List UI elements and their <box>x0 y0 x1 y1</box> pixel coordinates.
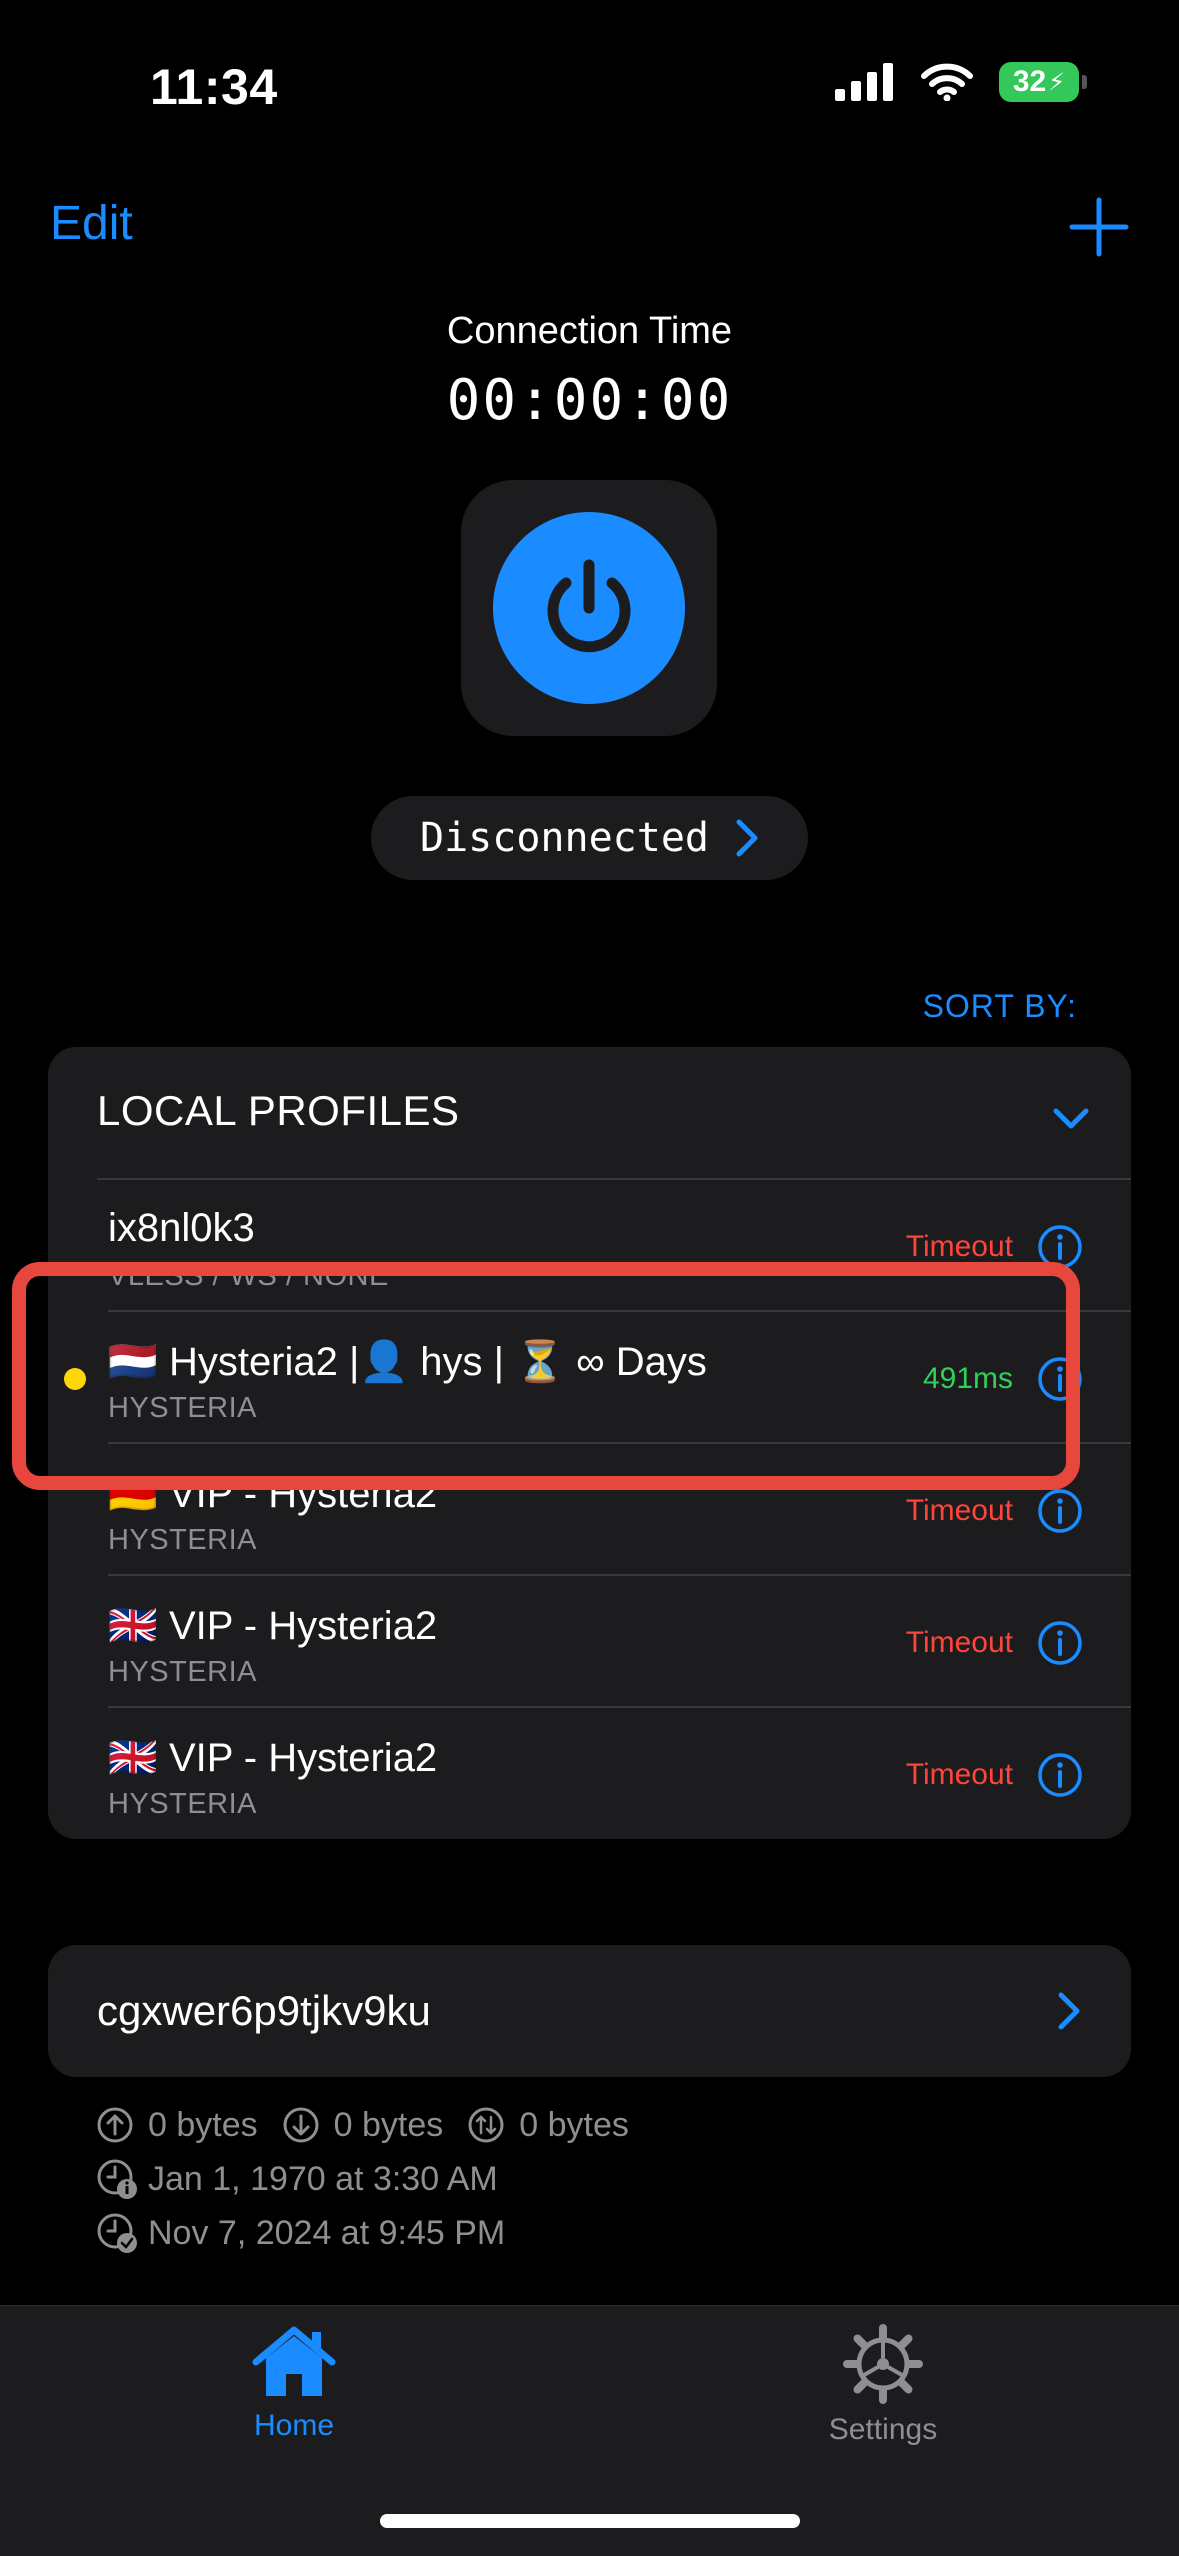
home-indicator <box>380 2514 800 2528</box>
highlight-annotation-box <box>12 1262 1080 1490</box>
profile-title: ix8nl0k3 <box>108 1206 255 1251</box>
arrows-up-down-icon <box>468 2107 504 2143</box>
connection-status: Disconnected <box>420 815 709 861</box>
chevron-right-icon <box>736 819 758 857</box>
clock-check-icon <box>97 2213 137 2253</box>
wifi-icon <box>921 63 973 101</box>
power-button[interactable] <box>493 512 685 704</box>
profile-name: VIP - Hysteria2 <box>168 1604 438 1648</box>
profile-name: VIP - Hysteria2 <box>168 1736 438 1780</box>
clock-info-icon <box>97 2159 137 2199</box>
signal-icon <box>835 63 893 101</box>
tab-home[interactable]: Home <box>194 2324 394 2443</box>
plus-icon[interactable] <box>1064 192 1134 262</box>
row-divider <box>108 1574 1131 1576</box>
tab-settings[interactable]: Settings <box>783 2324 983 2447</box>
traffic-stats: 0 bytes 0 bytes 0 bytes <box>96 2098 643 2152</box>
connection-time-label: Connection Time <box>446 310 733 352</box>
arrow-up-icon <box>97 2107 133 2143</box>
profile-flag: 🇬🇧 <box>108 1736 158 1780</box>
status-time: 11:34 <box>150 59 278 115</box>
download-stat: 0 bytes <box>282 2105 444 2145</box>
sort-by-button[interactable]: SORT BY: <box>923 988 1077 1025</box>
profile-latency: Timeout <box>905 1494 1013 1527</box>
tab-home-label: Home <box>253 2409 335 2442</box>
profile-protocol: HYSTERIA <box>108 1656 258 1688</box>
updated-date: Nov 7, 2024 at 9:45 PM <box>148 2213 506 2252</box>
total-stat: 0 bytes <box>467 2106 629 2145</box>
subscription-card[interactable]: cgxwer6p9tjkv9ku <box>48 1945 1131 2077</box>
download-value: 0 bytes <box>333 2105 444 2144</box>
row-divider <box>108 1706 1131 1708</box>
info-icon[interactable] <box>1037 1620 1083 1666</box>
row-divider <box>97 1178 1131 1180</box>
updated-date-line: Nov 7, 2024 at 9:45 PM <box>96 2206 643 2260</box>
power-tile[interactable] <box>461 480 717 736</box>
info-icon[interactable] <box>1037 1488 1083 1534</box>
profile-protocol: HYSTERIA <box>108 1524 258 1556</box>
power-icon <box>547 559 631 653</box>
profile-flag: 🇬🇧 <box>108 1604 158 1648</box>
upload-stat: 0 bytes <box>96 2106 258 2145</box>
connection-timer: 00:00:00 <box>446 368 733 433</box>
subscription-stats: 0 bytes 0 bytes 0 bytes Jan 1, 1970 at 3… <box>96 2098 643 2260</box>
profile-name: ix8nl0k3 <box>108 1206 255 1250</box>
arrow-down-icon <box>283 2107 319 2143</box>
info-icon[interactable] <box>1037 1752 1083 1798</box>
home-icon <box>252 2326 336 2396</box>
local-profiles-header: LOCAL PROFILES <box>97 1087 460 1134</box>
edit-button[interactable]: Edit <box>50 196 133 251</box>
subscription-name: cgxwer6p9tjkv9ku <box>97 1987 431 2034</box>
total-value: 0 bytes <box>519 2105 629 2144</box>
profile-title: 🇬🇧 VIP - Hysteria2 <box>108 1602 437 1649</box>
upload-value: 0 bytes <box>148 2105 258 2144</box>
profile-latency: Timeout <box>905 1758 1013 1791</box>
profile-row[interactable]: 🇬🇧 VIP - Hysteria2 HYSTERIA Timeout <box>48 1706 1131 1838</box>
connection-status-pill[interactable]: Disconnected <box>371 796 808 880</box>
profile-latency: Timeout <box>905 1626 1013 1659</box>
profile-latency: Timeout <box>905 1230 1013 1263</box>
created-date-line: Jan 1, 1970 at 3:30 AM <box>96 2152 643 2206</box>
chevron-down-icon[interactable] <box>1051 1099 1091 1139</box>
battery-level: 32 <box>1012 65 1047 98</box>
gear-icon <box>843 2324 923 2404</box>
profile-title: 🇬🇧 VIP - Hysteria2 <box>108 1734 437 1781</box>
chevron-right-icon <box>1058 1992 1080 2030</box>
profile-row[interactable]: 🇬🇧 VIP - Hysteria2 HYSTERIA Timeout <box>48 1574 1131 1706</box>
status-icons: 32 ⚡ <box>835 62 1087 102</box>
battery-icon: 32 ⚡ <box>999 62 1087 102</box>
profile-protocol: HYSTERIA <box>108 1788 258 1820</box>
tab-settings-label: Settings <box>828 2413 938 2446</box>
created-date: Jan 1, 1970 at 3:30 AM <box>148 2159 498 2198</box>
